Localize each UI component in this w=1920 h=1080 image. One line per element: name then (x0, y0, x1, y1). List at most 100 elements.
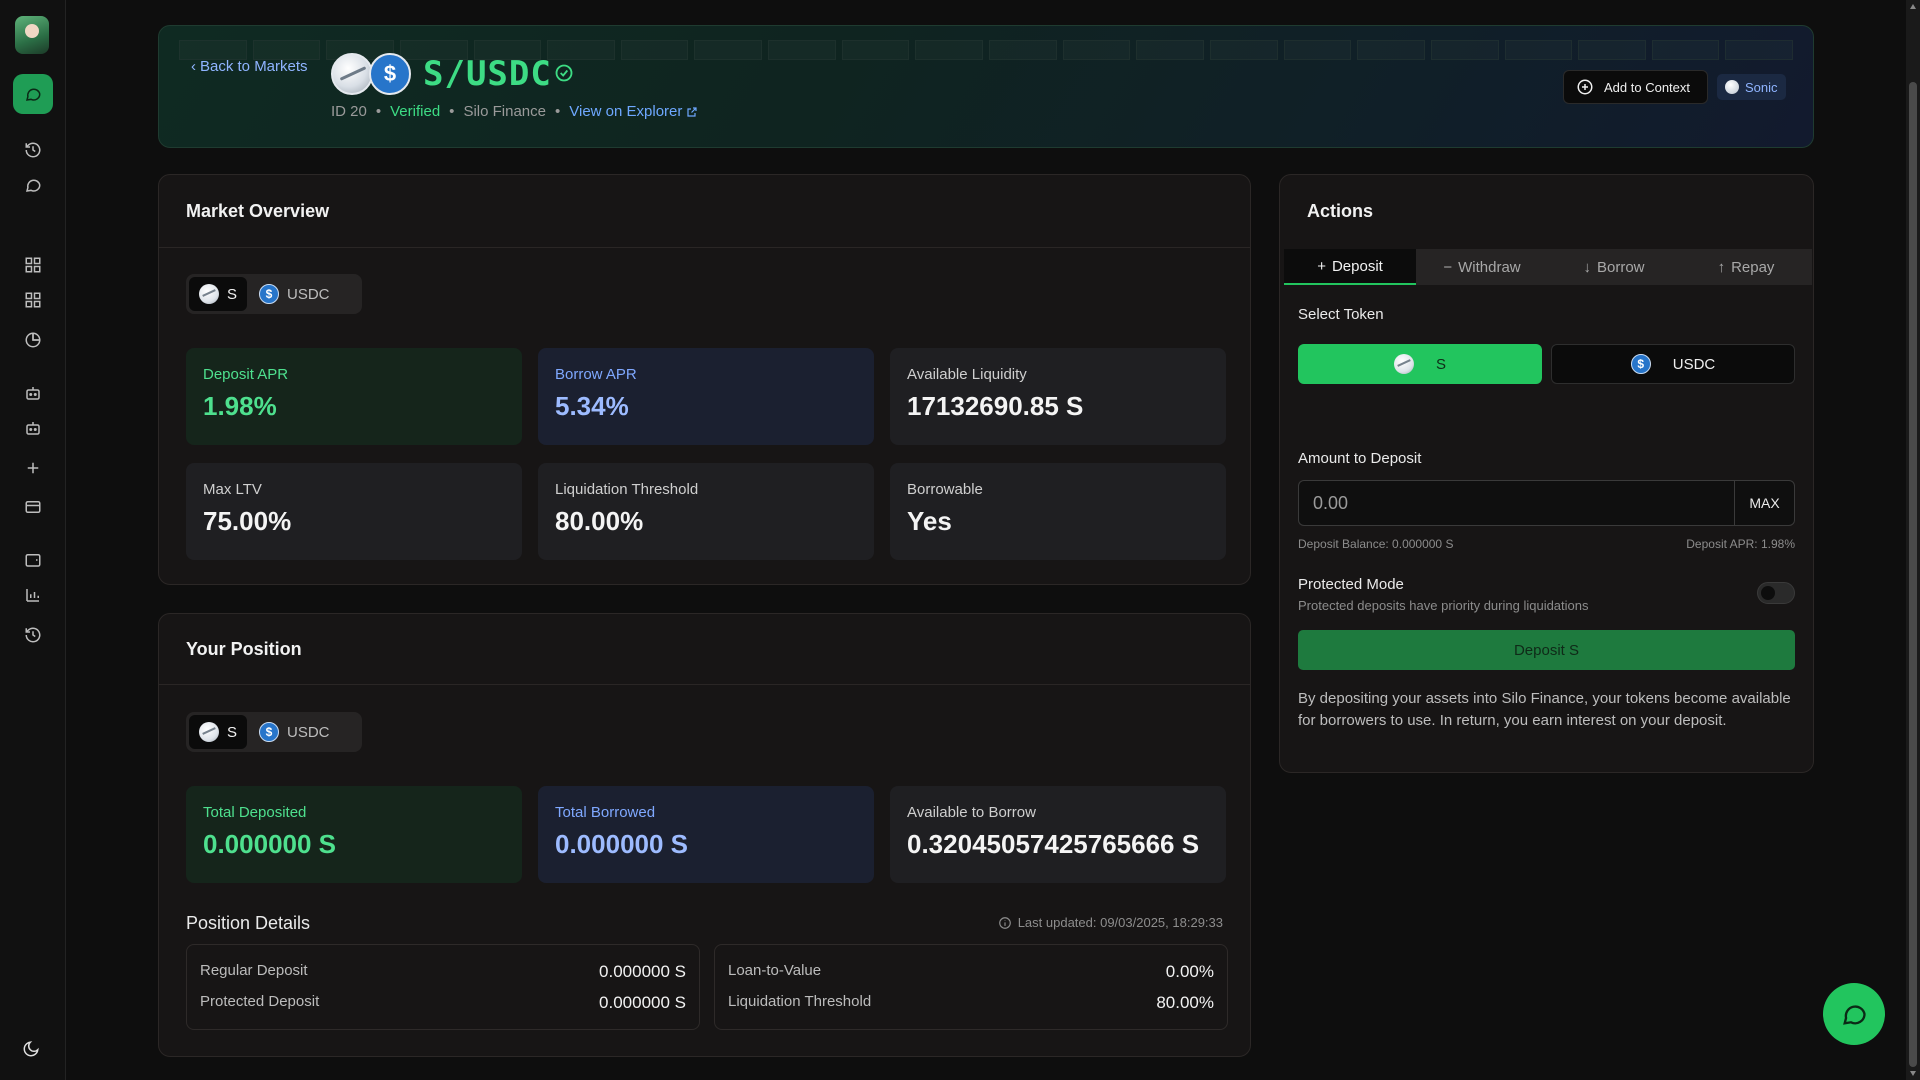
token-label: USDC (1672, 355, 1716, 373)
tab-repay[interactable]: ↑ Repay (1680, 249, 1812, 285)
detail-value: 0.00% (1165, 962, 1214, 981)
deposit-apr-note: Deposit APR: 1.98% (1686, 537, 1795, 551)
tab-borrow[interactable]: ↓ Borrow (1548, 249, 1680, 285)
verified-label: Verified (390, 103, 441, 120)
sonic-network-icon (1725, 80, 1739, 94)
detail-key: Protected Deposit (200, 993, 320, 1010)
actions-card: Actions + Deposit − Withdraw ↓ Borrow ↑ … (1279, 174, 1814, 773)
tab-deposit[interactable]: + Deposit (1284, 249, 1416, 285)
arrow-up-icon: ↑ (1717, 258, 1726, 276)
position-details-title: Position Details (186, 913, 311, 933)
stat-label: Borrow APR (555, 366, 637, 383)
pie-chart-nav-icon[interactable] (23, 330, 43, 350)
token-option-s[interactable]: S (189, 715, 248, 749)
detail-row: Loan-to-Value 0.00% (728, 962, 1214, 982)
stat-borrow-apr: Borrow APR 5.34% (538, 348, 874, 445)
detail-row: Protected Deposit 0.000000 S (200, 993, 686, 1013)
stat-value: 0.000000 S (203, 829, 337, 859)
scroll-up-arrow[interactable] (1910, 4, 1916, 9)
grid-nav-icon[interactable] (23, 255, 43, 275)
view-on-explorer-link[interactable]: View on Explorer (569, 103, 698, 120)
token-option-s[interactable]: S (189, 277, 248, 311)
divider (159, 247, 1250, 248)
your-position-card: Your Position S $ USDC Total Deposited 0… (158, 613, 1251, 1057)
token-option-usdc[interactable]: $ USDC (249, 277, 340, 311)
sonic-coin-icon (1393, 354, 1414, 374)
wallet-nav-icon[interactable] (23, 550, 43, 570)
protected-mode-toggle[interactable] (1757, 582, 1795, 604)
scroll-down-arrow[interactable] (1910, 1071, 1916, 1076)
select-token-usdc-button[interactable]: $ USDC (1551, 344, 1795, 384)
plus-nav-icon[interactable] (23, 458, 43, 478)
amount-input[interactable] (1298, 480, 1734, 526)
max-button[interactable]: MAX (1734, 480, 1795, 526)
back-to-markets-link[interactable]: ‹ Back to Markets (191, 58, 308, 75)
position-token-toggle: S $ USDC (186, 712, 362, 752)
token-label: S (227, 285, 238, 303)
bot-nav-icon[interactable] (23, 383, 43, 403)
history-nav-icon[interactable] (23, 140, 43, 160)
chat-icon (25, 88, 41, 101)
back-label: Back to Markets (200, 58, 308, 75)
select-token-label: Select Token (1298, 306, 1384, 323)
detail-key: Loan-to-Value (728, 962, 822, 979)
select-token-s-button[interactable]: S (1298, 344, 1542, 384)
stat-label: Total Borrowed (555, 804, 656, 821)
last-updated: Last updated: 09/03/2025, 18:29:33 (998, 915, 1223, 930)
chat-icon (1843, 1005, 1866, 1025)
detail-key: Regular Deposit (200, 962, 308, 979)
pair-logos: $ (331, 53, 411, 97)
sonic-coin-icon (199, 284, 219, 304)
scrollbar[interactable] (1906, 0, 1920, 1080)
last-updated-text: Last updated: 09/03/2025, 18:29:33 (1017, 915, 1223, 930)
tab-label: Deposit (1331, 257, 1383, 275)
bar-chart-nav-icon[interactable] (23, 585, 43, 605)
network-label: Sonic (1745, 79, 1778, 95)
grid-nav-icon[interactable] (23, 290, 43, 310)
chevron-left-icon: ‹ (191, 58, 196, 75)
token-option-usdc[interactable]: $ USDC (249, 715, 340, 749)
stat-label: Liquidation Threshold (555, 481, 699, 498)
stat-total-borrowed: Total Borrowed 0.000000 S (538, 786, 874, 883)
stat-label: Available to Borrow (907, 804, 1036, 821)
deposit-submit-button[interactable]: Deposit S (1298, 630, 1795, 670)
sidebar (0, 0, 66, 1080)
stat-label: Total Deposited (203, 804, 307, 821)
stat-label: Deposit APR (203, 366, 289, 383)
stat-value: 0.000000 S (555, 829, 689, 859)
card-nav-icon[interactable] (23, 497, 43, 517)
message-nav-icon[interactable] (23, 175, 43, 195)
market-meta: ID 20 • Verified • Silo Finance • View o… (331, 103, 698, 120)
add-to-context-button[interactable]: Add to Context (1563, 70, 1708, 104)
add-context-label: Add to Context (1604, 79, 1690, 95)
verified-check-icon (555, 64, 573, 82)
stat-label: Borrowable (907, 481, 983, 498)
market-overview-card: Market Overview S $ USDC Deposit APR 1.9… (158, 174, 1251, 585)
bot-nav-icon[interactable] (23, 418, 43, 438)
token-label: USDC (287, 723, 330, 741)
position-details-right: Loan-to-Value 0.00% Liquidation Threshol… (714, 944, 1228, 1030)
detail-value: 0.000000 S (599, 993, 686, 1012)
tab-withdraw[interactable]: − Withdraw (1416, 249, 1548, 285)
your-position-title: Your Position (186, 639, 302, 659)
scroll-thumb[interactable] (1909, 82, 1917, 1067)
deposit-balance: Deposit Balance: 0.000000 S (1298, 537, 1454, 551)
token-label: USDC (287, 285, 330, 303)
network-badge: Sonic (1717, 74, 1786, 100)
market-id: ID 20 (331, 103, 367, 120)
stat-value: 1.98% (203, 391, 277, 421)
stat-available-liquidity: Available Liquidity 17132690.85 S (890, 348, 1226, 445)
market-header: ‹ Back to Markets $ S/USDC ID 20 • Verif… (158, 25, 1814, 148)
moon-icon[interactable] (21, 1039, 41, 1059)
stat-value: 75.00% (203, 506, 292, 536)
chat-fab-button[interactable] (1823, 983, 1885, 1045)
stat-value: 5.34% (555, 391, 629, 421)
stat-value: 0.32045057425765666 S (907, 829, 1200, 859)
pair-title: S/USDC (423, 54, 552, 94)
tab-label: Withdraw (1458, 258, 1521, 276)
history-nav-icon[interactable] (23, 625, 43, 645)
overview-token-toggle: S $ USDC (186, 274, 362, 314)
detail-key: Liquidation Threshold (728, 993, 872, 1010)
chat-nav-button[interactable] (13, 74, 53, 114)
avatar[interactable] (15, 16, 49, 54)
